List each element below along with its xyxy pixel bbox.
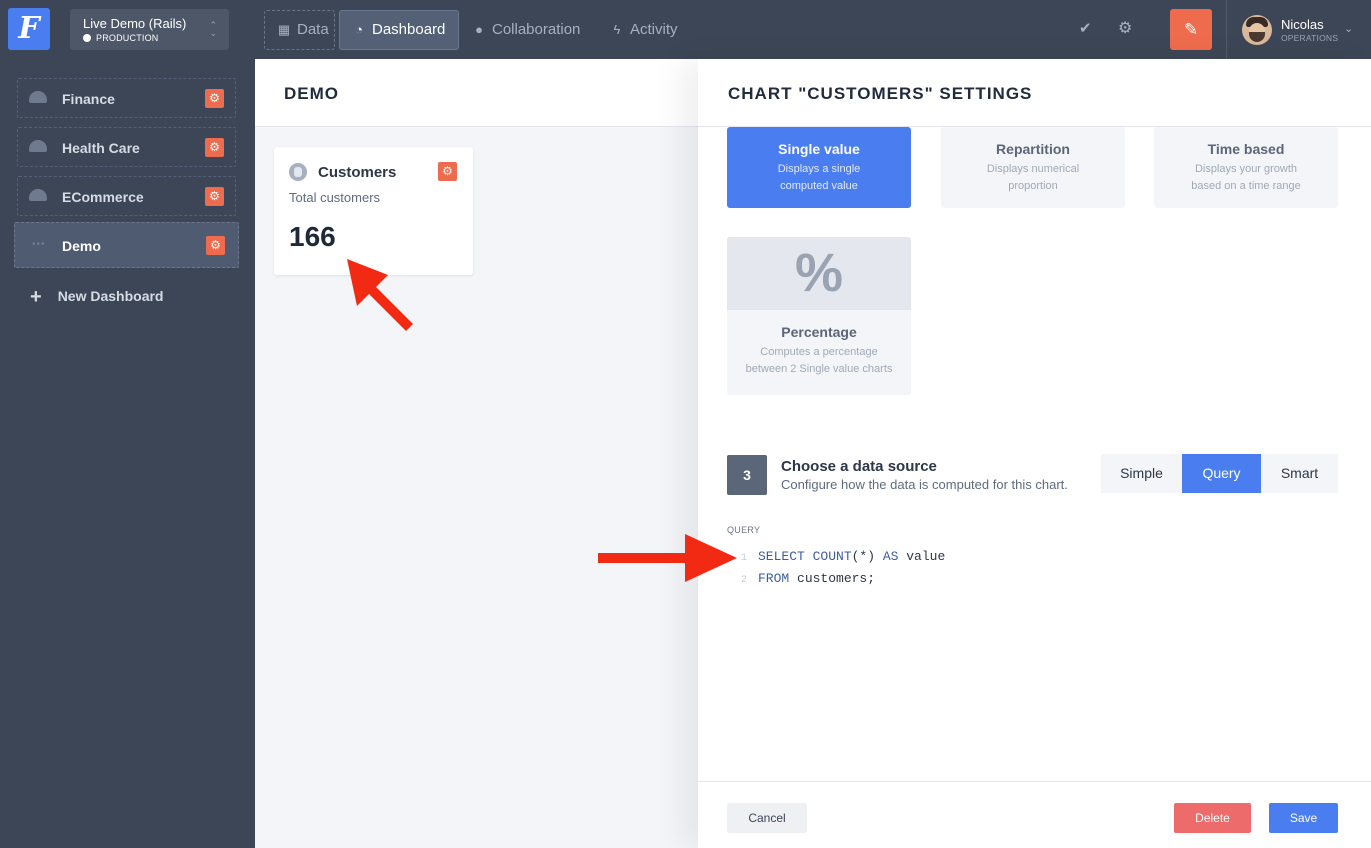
divider xyxy=(1226,0,1227,59)
chart-type-time-based[interactable]: Time based Displays your growth based on … xyxy=(1154,127,1338,208)
chevron-down-icon[interactable]: ⌄ xyxy=(1344,22,1353,35)
step-title: Choose a data source xyxy=(781,458,937,475)
avatar[interactable] xyxy=(1242,15,1272,45)
globe-icon xyxy=(83,34,91,42)
tab-collaboration[interactable]: ● Collaboration xyxy=(460,10,600,50)
source-mode-smart[interactable]: Smart xyxy=(1261,454,1338,493)
sidebar-item-label: ECommerce xyxy=(62,189,144,205)
brush-button[interactable]: ✎ xyxy=(1170,9,1212,50)
annotation-arrow-icon xyxy=(347,259,413,331)
sidebar-item-finance[interactable]: Finance ⚙ xyxy=(17,78,236,118)
panel-footer: Cancel Delete Save xyxy=(698,781,1371,848)
card-value: 166 xyxy=(289,221,336,252)
gear-icon[interactable]: ⚙ xyxy=(205,187,224,206)
drag-handle-icon[interactable]: ••• xyxy=(32,240,50,252)
tab-dashboard[interactable]: ◔ Dashboard xyxy=(339,10,459,50)
annotation-arrow-icon xyxy=(598,534,737,582)
sidebar: Finance ⚙ Health Care ⚙ ECommerce ⚙ ••• … xyxy=(0,59,255,848)
query-editor[interactable]: 1 SELECT COUNT(*) AS value 2 FROM customer… xyxy=(727,547,945,591)
step-number: 3 xyxy=(727,455,767,495)
page-title: DEMO xyxy=(284,84,339,103)
table-icon: ▦ xyxy=(277,22,291,37)
dashboard-icon xyxy=(29,189,47,201)
dashboard-icon: ◔ xyxy=(355,22,363,37)
percent-icon: % xyxy=(727,237,911,310)
source-mode-simple[interactable]: Simple xyxy=(1101,454,1182,493)
gear-icon[interactable]: ⚙ xyxy=(438,162,457,181)
sidebar-item-label: Finance xyxy=(62,91,115,107)
project-name: Live Demo (Rails) xyxy=(83,16,187,31)
sidebar-item-label: Demo xyxy=(62,238,101,254)
sidebar-item-label: Health Care xyxy=(62,140,140,156)
dashboard-icon xyxy=(29,140,47,152)
step-description: Configure how the data is computed for t… xyxy=(781,477,1068,492)
project-env: PRODUCTION xyxy=(83,33,229,43)
sidebar-item-ecommerce[interactable]: ECommerce ⚙ xyxy=(17,176,236,216)
cancel-button[interactable]: Cancel xyxy=(727,803,807,833)
app-logo[interactable]: F xyxy=(8,8,50,50)
check-icon[interactable]: ✔ xyxy=(1079,19,1092,37)
source-mode-query[interactable]: Query xyxy=(1182,454,1261,493)
card-title: Customers xyxy=(318,164,397,181)
panel-title: CHART "CUSTOMERS" SETTINGS xyxy=(728,84,1033,103)
sidebar-item-health-care[interactable]: Health Care ⚙ xyxy=(17,127,236,167)
save-button[interactable]: Save xyxy=(1269,803,1338,833)
project-switcher[interactable]: Live Demo (Rails) PRODUCTION ⌃ ⌄ xyxy=(70,9,229,50)
bolt-icon: ϟ xyxy=(613,22,621,37)
card-subtitle: Total customers xyxy=(289,190,381,205)
gear-icon[interactable]: ⚙ xyxy=(205,89,224,108)
tab-activity[interactable]: ϟ Activity xyxy=(598,10,688,50)
top-bar: F Live Demo (Rails) PRODUCTION ⌃ ⌄ ▦ Data … xyxy=(0,0,1371,59)
new-dashboard-button[interactable]: + New Dashboard xyxy=(30,286,164,309)
dashboard-area: DEMO Customers ⚙ Total customers 166 xyxy=(255,59,698,848)
chart-type-percentage[interactable]: % Percentage Computes a percentage betwee… xyxy=(727,237,911,395)
chat-icon: ● xyxy=(475,22,483,37)
settings-panel: CHART "CUSTOMERS" SETTINGS Single value … xyxy=(698,59,1371,848)
gear-icon[interactable]: ⚙ xyxy=(1118,18,1132,38)
database-icon xyxy=(289,163,307,181)
brush-icon: ✎ xyxy=(1183,20,1199,39)
sidebar-item-demo[interactable]: ••• Demo ⚙ xyxy=(14,222,239,268)
delete-button[interactable]: Delete xyxy=(1174,803,1251,833)
chart-type-single-value[interactable]: Single value Displays a single computed v… xyxy=(727,127,911,208)
panel-header: CHART "CUSTOMERS" SETTINGS xyxy=(698,59,1371,127)
dashboard-header: DEMO xyxy=(255,59,698,127)
gear-icon[interactable]: ⚙ xyxy=(205,138,224,157)
dashboard-icon xyxy=(29,91,47,103)
code-line: 1 SELECT COUNT(*) AS value xyxy=(740,549,946,564)
code-line: 2 FROM customers; xyxy=(740,571,876,586)
chart-type-repartition[interactable]: Repartition Displays numerical proportion xyxy=(941,127,1125,208)
plus-icon: + xyxy=(30,286,42,308)
user-name[interactable]: Nicolas xyxy=(1281,17,1324,32)
gear-icon[interactable]: ⚙ xyxy=(206,236,225,255)
tab-data[interactable]: ▦ Data xyxy=(264,10,335,50)
chevron-updown-icon: ⌃ ⌄ xyxy=(209,20,217,38)
user-role: OPERATIONS xyxy=(1281,33,1339,43)
